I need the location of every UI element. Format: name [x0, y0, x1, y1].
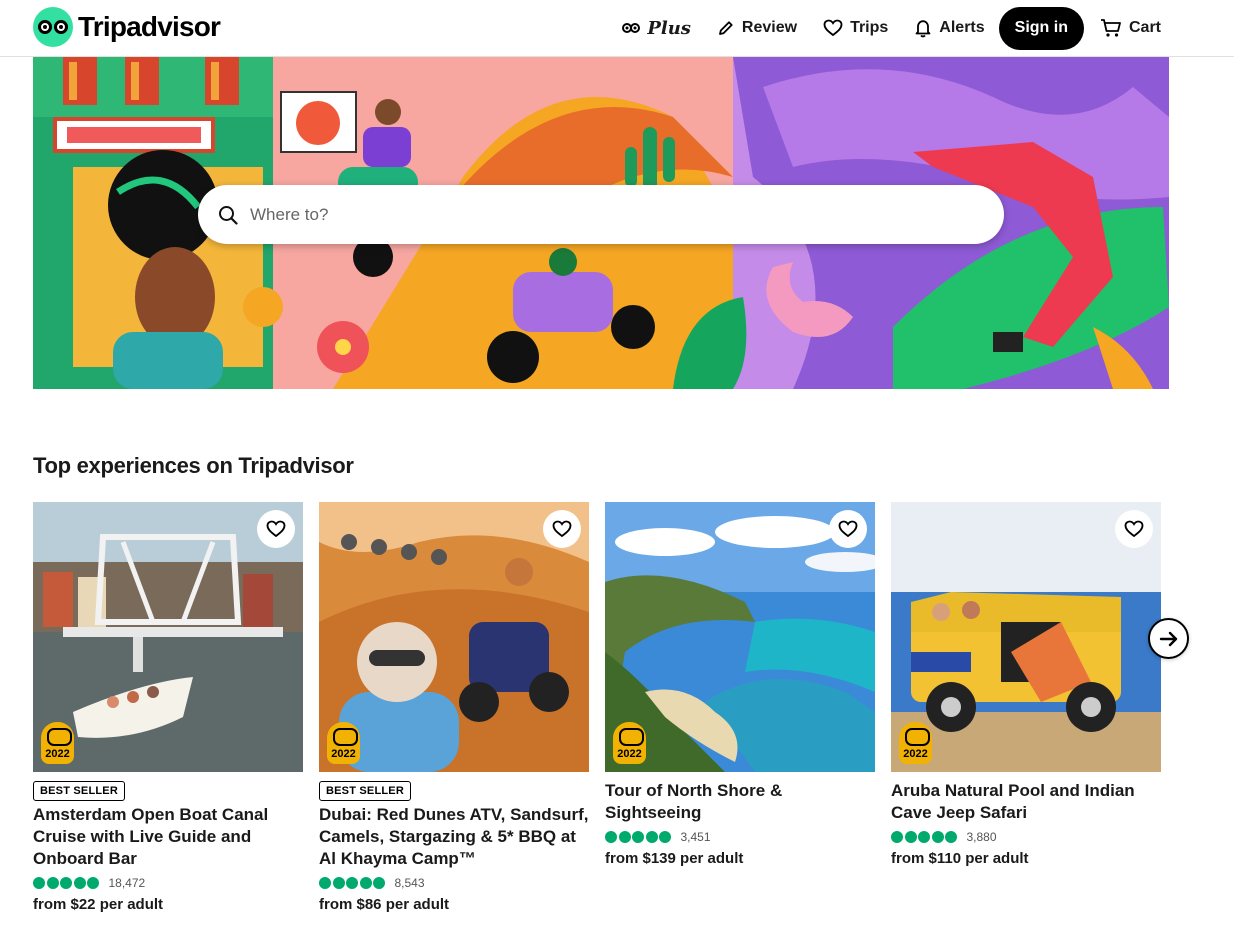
experience-card[interactable]: 2022 Tour of North Shore & Sightseeing 3…	[605, 502, 875, 867]
travelers-choice-award-icon: 2022	[613, 722, 646, 764]
review-count: 3,451	[680, 830, 711, 844]
card-photo[interactable]: 2022	[891, 502, 1161, 772]
card-title[interactable]: Dubai: Red Dunes ATV, Sandsurf, Camels, …	[319, 804, 589, 870]
alerts-link[interactable]: Alerts	[914, 18, 985, 38]
price: from $110 per adult	[891, 850, 1029, 867]
plus-label: Plus	[647, 17, 691, 39]
owl-eyes-icon	[622, 23, 641, 33]
save-heart-button[interactable]	[543, 510, 581, 548]
rating-bubbles: 3,451	[605, 829, 875, 845]
trips-link[interactable]: Trips	[823, 19, 888, 37]
travelers-choice-award-icon: 2022	[327, 722, 360, 764]
price: from $22 per adult	[33, 896, 164, 913]
cart-icon	[1100, 19, 1121, 37]
heart-icon	[1124, 520, 1144, 538]
pencil-icon	[719, 21, 733, 35]
price: from $86 per adult	[319, 896, 450, 913]
search-bar[interactable]	[198, 185, 1004, 244]
award-year: 2022	[331, 748, 356, 760]
experience-carousel: 2022 BEST SELLER Amsterdam Open Boat Can…	[33, 502, 1161, 922]
rating-bubbles: 8,543	[319, 875, 589, 891]
experience-card[interactable]: 2022 BEST SELLER Amsterdam Open Boat Can…	[33, 502, 303, 913]
card-title[interactable]: Aruba Natural Pool and Indian Cave Jeep …	[891, 780, 1161, 824]
main-nav: Plus Review Trips Alerts Sign in Cart	[596, 6, 1161, 50]
section-title: Top experiences on Tripadvisor	[33, 453, 354, 478]
card-title[interactable]: Tour of North Shore & Sightseeing	[605, 780, 875, 824]
tripadvisor-logo[interactable]: Tripadvisor	[33, 7, 221, 47]
save-heart-button[interactable]	[829, 510, 867, 548]
review-label: Review	[741, 19, 798, 36]
carousel-next-button[interactable]	[1148, 618, 1189, 659]
plus-link[interactable]: Plus	[622, 18, 691, 39]
alerts-label: Alerts	[939, 19, 985, 36]
heart-icon	[266, 520, 286, 538]
search-icon	[219, 205, 238, 225]
heart-icon	[552, 520, 572, 538]
cart-label: Cart	[1128, 19, 1161, 36]
card-photo[interactable]: 2022	[605, 502, 875, 772]
page-scrollbar[interactable]	[1234, 0, 1251, 927]
best-seller-badge: BEST SELLER	[319, 781, 411, 801]
travelers-choice-award-icon: 2022	[41, 722, 74, 764]
review-count: 8,543	[394, 876, 425, 890]
award-year: 2022	[617, 748, 642, 760]
search-input[interactable]	[250, 204, 850, 225]
hero-banner	[33, 57, 1169, 389]
best-seller-badge: BEST SELLER	[33, 781, 125, 801]
top-header: Tripadvisor Plus Review Trips Alerts Sig…	[0, 0, 1251, 57]
experience-card[interactable]: 2022 Aruba Natural Pool and Indian Cave …	[891, 502, 1161, 867]
award-year: 2022	[45, 748, 70, 760]
card-photo[interactable]: 2022	[319, 502, 589, 772]
heart-icon	[838, 520, 858, 538]
arrow-right-icon	[1159, 631, 1177, 646]
brand-name: Tripadvisor	[78, 11, 221, 42]
cart-link[interactable]: Cart	[1100, 18, 1161, 38]
price: from $139 per adult	[605, 850, 744, 867]
heart-icon	[823, 19, 843, 37]
save-heart-button[interactable]	[1115, 510, 1153, 548]
rating-bubbles: 18,472	[33, 875, 303, 891]
review-link[interactable]: Review	[717, 19, 797, 37]
trips-label: Trips	[850, 19, 889, 36]
award-year: 2022	[903, 748, 928, 760]
review-count: 18,472	[108, 876, 146, 890]
save-heart-button[interactable]	[257, 510, 295, 548]
rating-bubbles: 3,880	[891, 829, 1161, 845]
owl-logo-icon	[33, 7, 73, 47]
bell-icon	[915, 20, 931, 38]
sign-in-button[interactable]: Sign in	[998, 6, 1084, 50]
experience-card[interactable]: 2022 BEST SELLER Dubai: Red Dunes ATV, S…	[319, 502, 589, 913]
card-title[interactable]: Amsterdam Open Boat Canal Cruise with Li…	[33, 804, 303, 870]
review-count: 3,880	[966, 830, 997, 844]
card-photo[interactable]: 2022	[33, 502, 303, 772]
travelers-choice-award-icon: 2022	[899, 722, 932, 764]
